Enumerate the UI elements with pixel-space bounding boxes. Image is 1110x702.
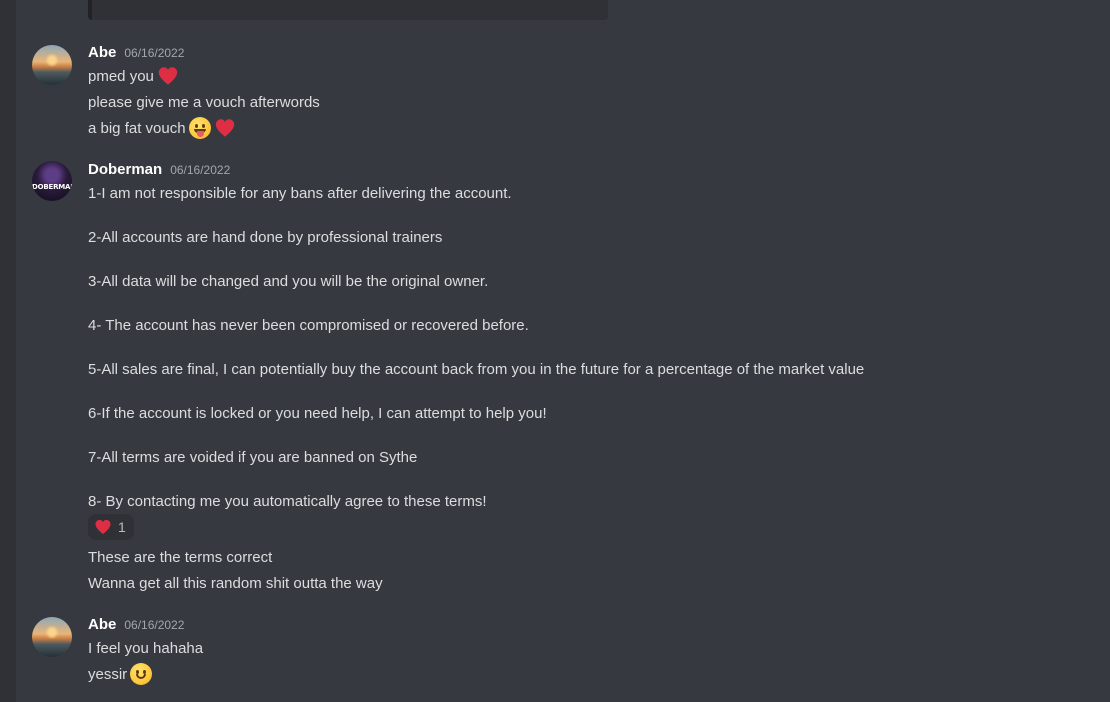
timestamp: 06/16/2022 xyxy=(170,163,231,177)
message-text: 8- By contacting me you automatically ag… xyxy=(88,492,487,510)
message-line: a big fat vouch xyxy=(88,116,236,140)
message-line: yessir xyxy=(88,662,153,686)
message-text: Wanna get all this random shit outta the… xyxy=(88,574,383,592)
tongue-emoji-icon xyxy=(188,117,211,139)
message-line: 3-All data will be changed and you will … xyxy=(88,269,488,293)
smile-emoji-icon xyxy=(130,663,153,685)
message-line: 7-All terms are voided if you are banned… xyxy=(88,445,417,469)
heart-icon xyxy=(95,519,111,535)
username[interactable]: Abe xyxy=(88,616,116,633)
username[interactable]: Doberman xyxy=(88,161,162,178)
message-line: 4- The account has never been compromise… xyxy=(88,313,529,337)
message-text: please give me a vouch afterwords xyxy=(88,93,320,111)
message-line: pmed you xyxy=(88,64,179,88)
message-line: 2-All accounts are hand done by professi… xyxy=(88,225,442,249)
message-line: 5-All sales are final, I can potentially… xyxy=(88,357,864,381)
heart-emoji-icon xyxy=(158,67,178,85)
message-text: 1-I am not responsible for any bans afte… xyxy=(88,184,512,202)
reaction-count: 1 xyxy=(118,519,126,535)
left-sidebar-edge xyxy=(0,0,16,702)
message-text: 7-All terms are voided if you are banned… xyxy=(88,448,418,466)
message-text: 2-All accounts are hand done by professi… xyxy=(88,228,443,246)
message-line: I feel you hahaha xyxy=(88,636,203,660)
heart-emoji-icon xyxy=(215,119,234,137)
message-line: Wanna get all this random shit outta the… xyxy=(88,571,383,595)
message-text: a big fat vouch xyxy=(88,119,186,137)
message-header: Doberman 06/16/2022 xyxy=(88,161,230,178)
message-text: 4- The account has never been compromise… xyxy=(88,316,529,334)
message-text: These are the terms correct xyxy=(88,548,273,566)
previous-message-embed xyxy=(88,0,608,20)
message-line: 1-I am not responsible for any bans afte… xyxy=(88,181,512,205)
message-header: Abe 06/16/2022 xyxy=(88,616,184,633)
message-line: 8- By contacting me you automatically ag… xyxy=(88,489,487,513)
message-line: 6-If the account is locked or you need h… xyxy=(88,401,547,425)
timestamp: 06/16/2022 xyxy=(124,618,185,632)
message-line: please give me a vouch afterwords xyxy=(88,90,320,114)
avatar[interactable] xyxy=(32,45,72,85)
timestamp: 06/16/2022 xyxy=(124,46,185,60)
reaction-button[interactable]: 1 xyxy=(88,514,134,540)
message-text: I feel you hahaha xyxy=(88,639,204,657)
message-text: yessir xyxy=(88,665,128,683)
username[interactable]: Abe xyxy=(88,44,116,61)
avatar[interactable] xyxy=(32,617,72,657)
message-text: 3-All data will be changed and you will … xyxy=(88,272,489,290)
message-text: 5-All sales are final, I can potentially… xyxy=(88,360,865,378)
message-header: Abe 06/16/2022 xyxy=(88,44,184,61)
avatar-logo-text: DOBERMAN xyxy=(32,183,72,191)
avatar[interactable]: DOBERMAN xyxy=(32,161,72,201)
message-line: These are the terms correct xyxy=(88,545,272,569)
message-text: pmed you xyxy=(88,67,154,85)
message-text: 6-If the account is locked or you need h… xyxy=(88,404,547,422)
